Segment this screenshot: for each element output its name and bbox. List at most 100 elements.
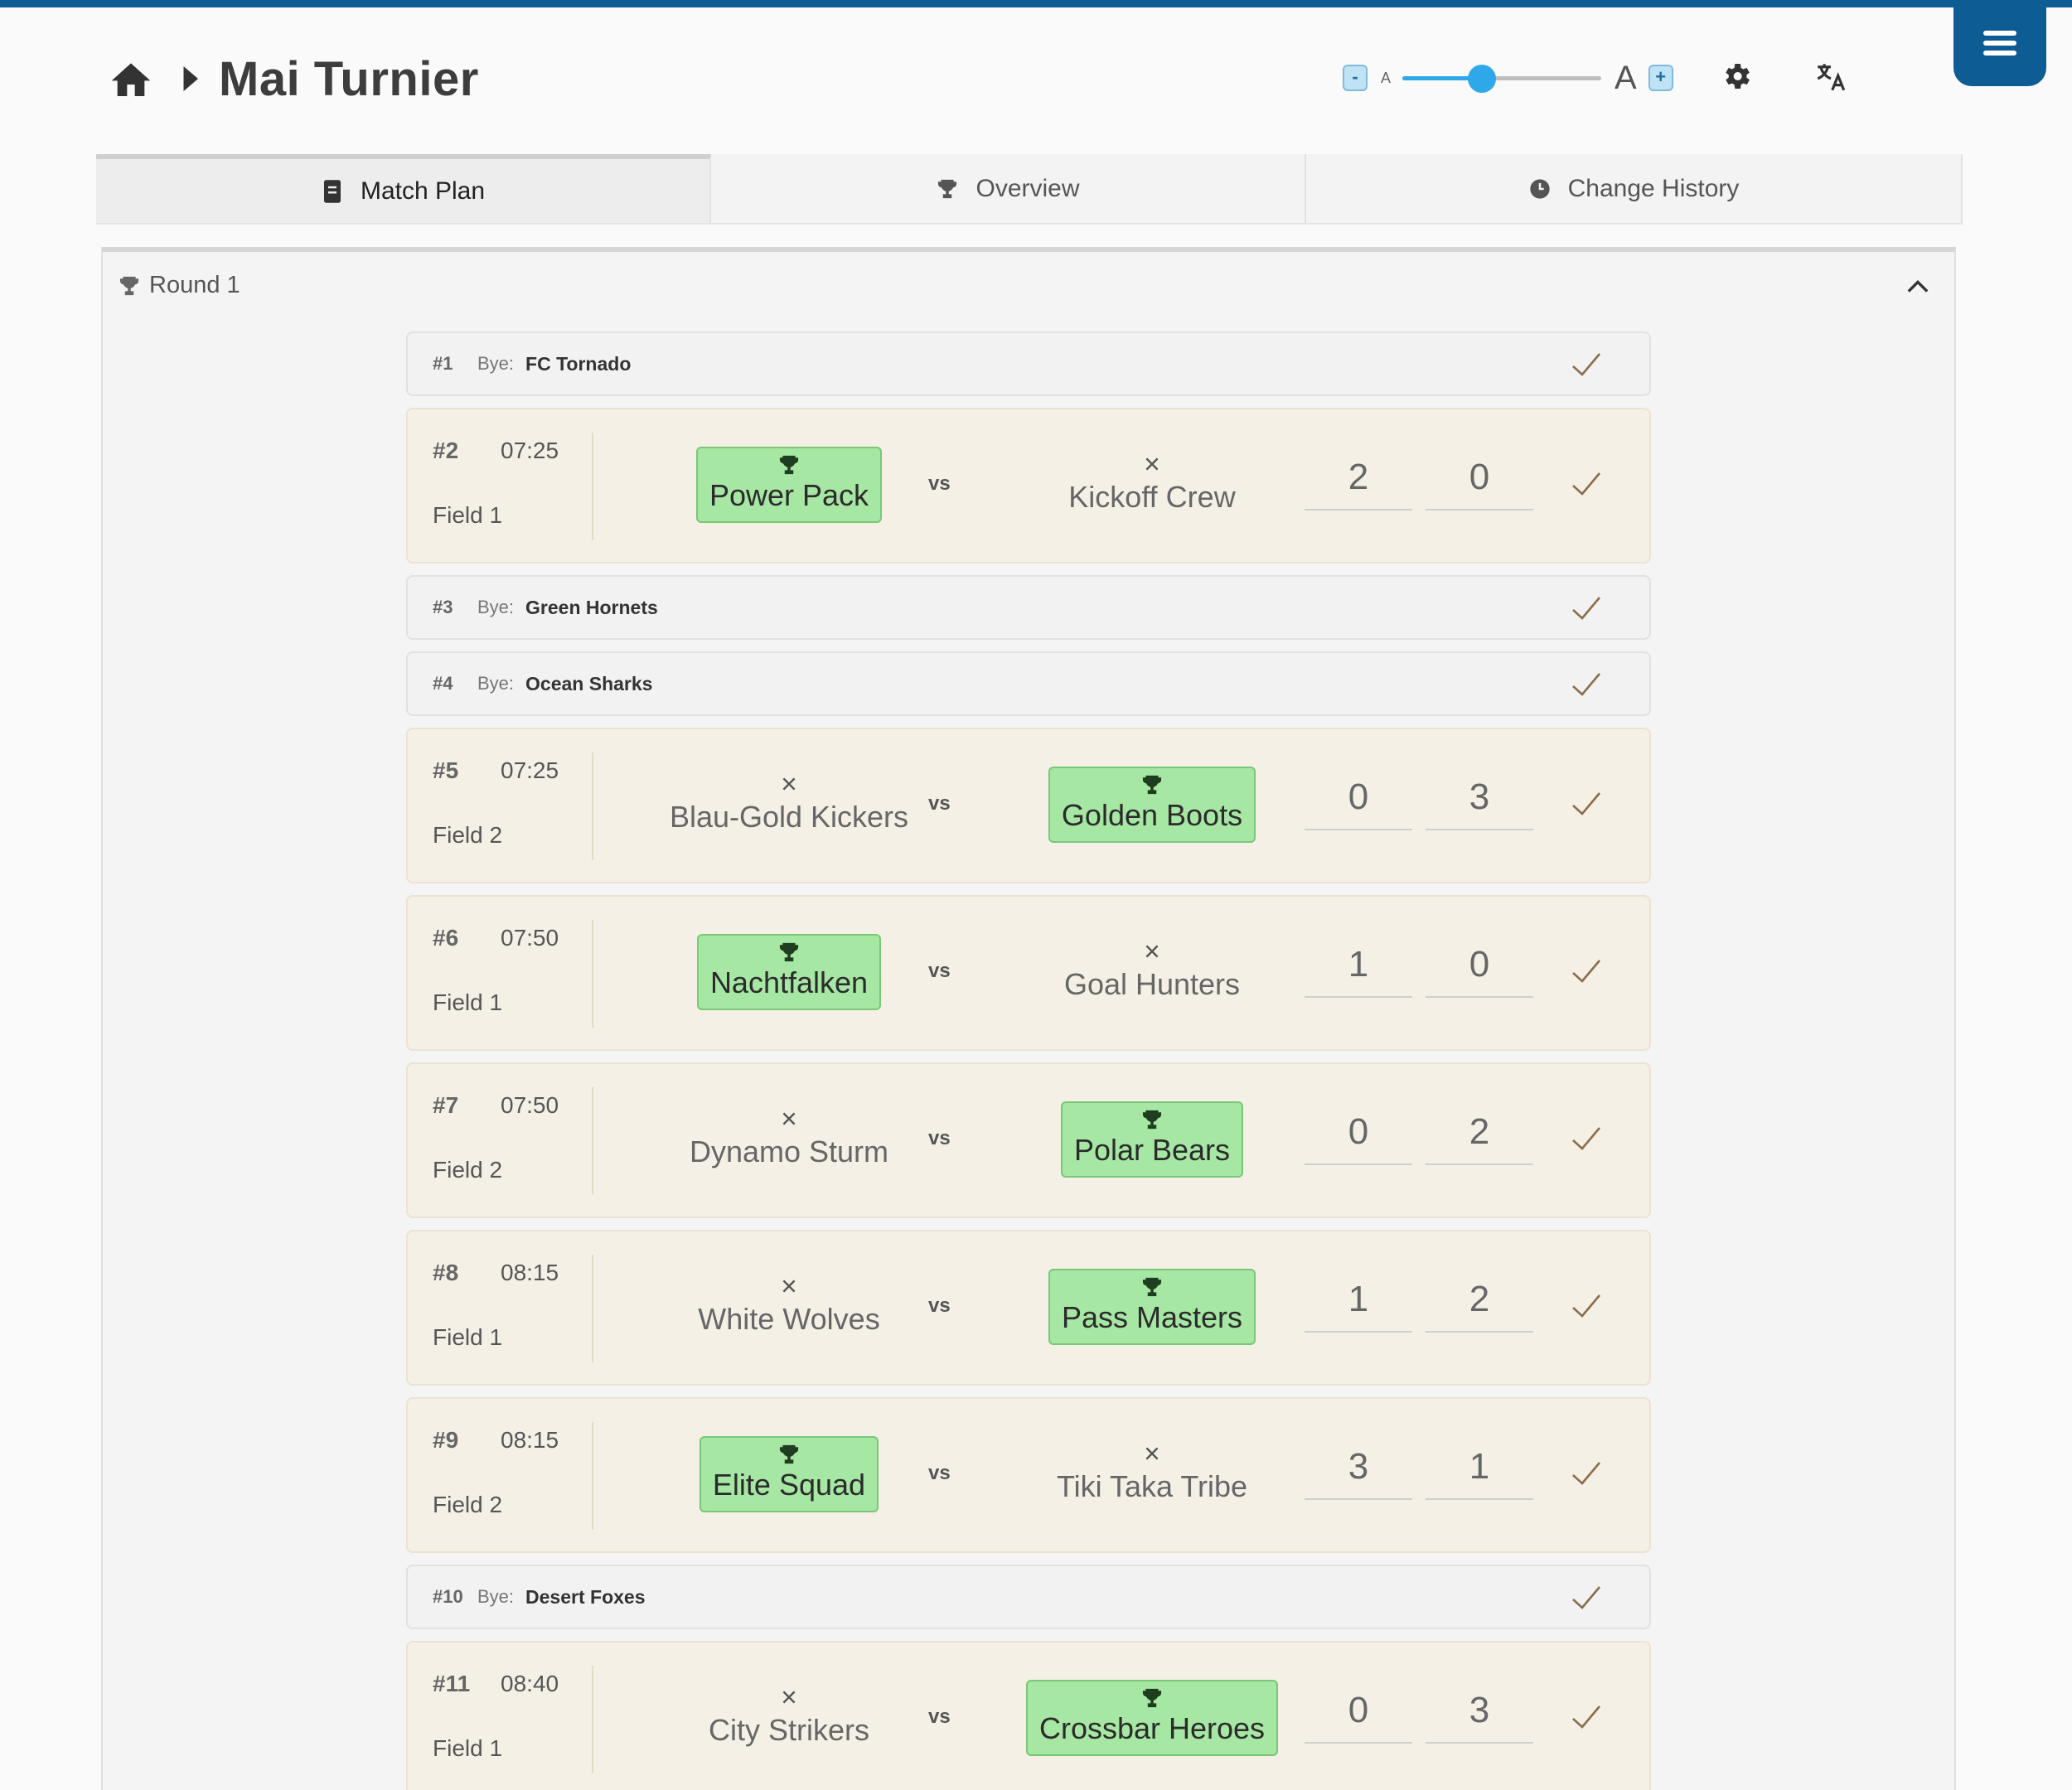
winner-badge[interactable]: Elite Squad	[699, 1436, 879, 1512]
tab-overview[interactable]: Overview	[711, 154, 1306, 225]
match-number: #6	[433, 925, 459, 951]
home-score-input[interactable]: 2	[1305, 454, 1412, 510]
match-number: #2	[433, 438, 459, 463]
menu-button[interactable]	[1953, 0, 2046, 86]
translate-icon[interactable]	[1813, 60, 1848, 94]
loser-team[interactable]: Blau-Gold Kickers	[670, 775, 908, 835]
away-team-name: Pass Masters	[1061, 1300, 1243, 1334]
away-score-input[interactable]: 0	[1426, 941, 1533, 998]
tab-match-plan[interactable]: Match Plan	[96, 154, 711, 225]
tab-label: Change History	[1567, 174, 1740, 202]
font-large-label: A	[1615, 59, 1637, 96]
loser-team[interactable]: Tiki Taka Tribe	[1057, 1444, 1247, 1504]
match-time: 07:50	[501, 925, 559, 951]
slider-thumb[interactable]	[1468, 65, 1497, 93]
match-time: 07:50	[501, 1092, 559, 1118]
loser-team[interactable]: Kickoff Crew	[1068, 455, 1236, 515]
check-icon[interactable]	[1570, 1291, 1603, 1321]
check-icon[interactable]	[1570, 789, 1603, 819]
match-number: #9	[433, 1427, 459, 1453]
away-team-slot: Polar Bears	[986, 1089, 1318, 1190]
check-icon[interactable]	[1570, 350, 1603, 380]
home-score-input[interactable]: 0	[1305, 774, 1412, 830]
loser-team[interactable]: Goal Hunters	[1064, 942, 1240, 1002]
home-team-name: Elite Squad	[712, 1468, 866, 1502]
check-icon[interactable]	[1570, 1124, 1603, 1154]
home-icon[interactable]	[108, 56, 154, 102]
winner-badge[interactable]: Nachtfalken	[696, 934, 882, 1010]
tab-label: Match Plan	[360, 177, 486, 205]
trophy-icon	[1142, 775, 1162, 795]
vs-label: vs	[928, 472, 951, 495]
match-field: Field 1	[433, 1324, 503, 1350]
bye-label: Bye:	[477, 673, 515, 694]
font-size-control: - A A +	[1343, 60, 1673, 96]
away-score-input[interactable]: 2	[1426, 1109, 1533, 1165]
round-header[interactable]: Round 1	[118, 272, 240, 299]
away-score-input[interactable]: 2	[1426, 1276, 1533, 1333]
font-decrease-button[interactable]: -	[1343, 65, 1368, 91]
home-team-slot: City Strikers	[623, 1667, 955, 1768]
away-team-slot: Tiki Taka Tribe	[986, 1424, 1318, 1525]
chevron-up-icon[interactable]	[1906, 278, 1929, 295]
font-increase-button[interactable]: +	[1648, 65, 1673, 91]
check-icon[interactable]	[1570, 1459, 1603, 1488]
winner-badge[interactable]: Pass Masters	[1048, 1269, 1256, 1345]
winner-badge[interactable]: Golden Boots	[1048, 767, 1256, 843]
check-icon[interactable]	[1570, 469, 1603, 499]
bye-row: #10 Bye: Desert Foxes	[406, 1565, 1651, 1629]
match-number: #4	[433, 673, 453, 694]
loser-x-icon	[782, 1691, 796, 1704]
vs-label: vs	[928, 1127, 951, 1149]
away-team-slot: Kickoff Crew	[986, 434, 1318, 535]
hamburger-icon	[1983, 26, 2016, 60]
gear-icon[interactable]	[1720, 60, 1753, 93]
match-list: #1 Bye: FC Tornado #2 07:25 Field 1 Power Pack…	[406, 331, 1651, 1790]
check-icon[interactable]	[1570, 593, 1603, 623]
winner-badge[interactable]: Polar Bears	[1060, 1101, 1244, 1178]
home-score-input[interactable]: 1	[1305, 1276, 1412, 1333]
away-score-input[interactable]: 1	[1426, 1444, 1533, 1500]
top-accent-bar	[0, 0, 2072, 7]
match-field: Field 1	[433, 502, 503, 528]
check-icon[interactable]	[1570, 1583, 1603, 1613]
divider	[592, 1255, 593, 1362]
winner-badge[interactable]: Power Pack	[695, 447, 883, 523]
match-row: #8 08:15 Field 1 White Wolves vs Pass Masters…	[406, 1230, 1651, 1386]
loser-x-icon	[782, 1112, 796, 1125]
home-score-input[interactable]: 1	[1305, 941, 1412, 998]
divider	[592, 1087, 593, 1195]
check-icon[interactable]	[1570, 1702, 1603, 1732]
loser-team[interactable]: White Wolves	[698, 1277, 880, 1337]
match-field: Field 2	[433, 822, 503, 848]
divider	[592, 433, 593, 540]
loser-team[interactable]: Dynamo Sturm	[690, 1110, 888, 1169]
away-team-slot: Pass Masters	[986, 1256, 1318, 1357]
away-score-input[interactable]: 0	[1426, 454, 1533, 510]
match-time: 08:40	[501, 1671, 559, 1696]
home-score-input[interactable]: 0	[1305, 1109, 1412, 1165]
away-team-slot: Crossbar Heroes	[986, 1667, 1318, 1768]
trophy-icon	[1142, 1688, 1162, 1708]
bye-label: Bye:	[477, 353, 515, 374]
loser-x-icon	[782, 1280, 796, 1293]
home-team-name: Dynamo Sturm	[689, 1134, 889, 1168]
check-icon[interactable]	[1570, 670, 1603, 699]
home-score-input[interactable]: 3	[1305, 1444, 1412, 1500]
bye-label: Bye:	[477, 1586, 515, 1607]
tab-change-history[interactable]: Change History	[1306, 154, 1963, 225]
vs-label: vs	[928, 1462, 951, 1484]
winner-badge[interactable]: Crossbar Heroes	[1025, 1680, 1279, 1756]
home-score-input[interactable]: 0	[1305, 1687, 1412, 1744]
loser-team[interactable]: City Strikers	[709, 1688, 869, 1748]
match-number: #5	[433, 757, 459, 783]
divider	[592, 752, 593, 860]
font-size-slider[interactable]	[1402, 61, 1602, 94]
match-number: #3	[433, 597, 453, 617]
away-score-input[interactable]: 3	[1426, 774, 1533, 830]
check-icon[interactable]	[1570, 956, 1603, 986]
bye-label: Bye:	[477, 597, 515, 617]
away-score-input[interactable]: 3	[1426, 1687, 1533, 1744]
match-time: 07:25	[501, 757, 559, 783]
trophy-icon	[779, 455, 799, 475]
